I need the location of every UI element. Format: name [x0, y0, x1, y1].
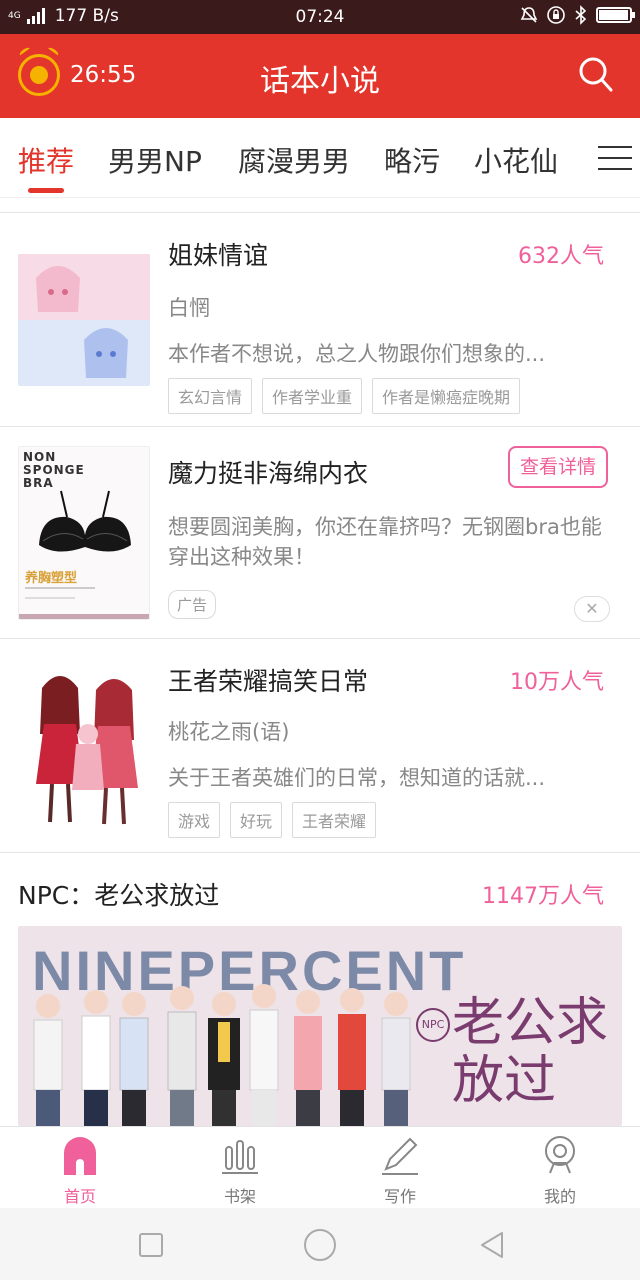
description: 关于王者英雄们的日常，想知道的话就... — [168, 766, 546, 790]
home-button-icon[interactable] — [303, 1228, 337, 1262]
bottom-nav: 首页 书架 写作 我的 — [0, 1126, 640, 1208]
category-tabs: 推荐 男男NP 腐漫男男 略污 小花仙 — [0, 118, 640, 198]
tag[interactable]: 玄幻言情 — [168, 378, 253, 414]
ad-close-button[interactable]: ✕ — [574, 596, 610, 622]
mute-icon — [520, 7, 538, 23]
tab-naughty[interactable]: 略污 — [384, 140, 440, 180]
tag[interactable]: 作者是懒癌症晚期 — [372, 378, 521, 414]
featured-title: NPC：老公求放过 — [18, 881, 220, 910]
author: 桃花之雨(语) — [168, 720, 290, 744]
ad-image: NON SPONGE BRA 养胸塑型 — [18, 446, 150, 620]
nav-write[interactable]: 写作 — [320, 1127, 480, 1209]
bookshelf-icon — [222, 1140, 258, 1174]
status-bar: 4G 177 B/s 07:24 — [0, 0, 640, 34]
nav-home[interactable]: 首页 — [0, 1127, 160, 1209]
tab-bl-np[interactable]: 男男NP — [108, 140, 202, 180]
ad-title: 魔力挺非海绵内衣 — [168, 459, 369, 488]
popularity: 632人气 — [518, 244, 604, 269]
lock-rotation-icon — [547, 6, 565, 24]
tab-indicator — [28, 188, 64, 193]
app-header: 26:55 话本小说 — [0, 34, 640, 118]
system-nav-bar — [0, 1208, 640, 1280]
tag[interactable]: 好玩 — [230, 802, 283, 838]
book-title: 姐妹情谊 — [168, 241, 269, 270]
home-icon — [64, 1137, 96, 1175]
tag-list: 玄幻言情 作者学业重 作者是懒癌症晚期 — [168, 378, 521, 414]
profile-icon — [545, 1136, 575, 1174]
author: 白惘 — [168, 296, 210, 320]
search-icon[interactable] — [578, 56, 614, 94]
featured-banner: NINEPERCENT NPC 老公求放过 — [18, 926, 622, 1126]
recent-apps-icon[interactable] — [138, 1232, 164, 1258]
back-icon[interactable] — [478, 1230, 506, 1260]
tag[interactable]: 作者学业重 — [262, 378, 363, 414]
app-title: 话本小说 — [260, 64, 380, 99]
banner-characters — [33, 984, 411, 1126]
popularity: 1147万人气 — [482, 884, 604, 909]
bra-image — [39, 490, 131, 552]
battery-icon — [596, 7, 635, 23]
tab-bl-comic[interactable]: 腐漫男男 — [238, 140, 350, 180]
tag[interactable]: 游戏 — [168, 802, 221, 838]
tab-recommend[interactable]: 推荐 — [18, 140, 74, 180]
ad-badge: 广告 — [168, 590, 217, 619]
tab-flower-fairy[interactable]: 小花仙 — [474, 140, 558, 180]
nav-bookshelf[interactable]: 书架 — [160, 1127, 320, 1209]
menu-icon[interactable] — [598, 146, 632, 172]
nav-profile[interactable]: 我的 — [480, 1127, 640, 1209]
description: 本作者不想说，总之人物跟你们想象的... — [168, 342, 546, 366]
book-cover — [18, 254, 150, 386]
ad-description: 想要圆润美胸，你还在靠挤吗？无钢圈bra也能穿出这种效果！ — [168, 515, 602, 569]
view-details-button[interactable]: 查看详情 — [508, 446, 608, 488]
pencil-icon — [382, 1137, 418, 1175]
popularity: 10万人气 — [510, 670, 604, 695]
status-right — [520, 5, 635, 25]
book-title: 王者荣耀搞笑日常 — [168, 667, 369, 696]
bluetooth-icon — [575, 5, 587, 25]
book-cover — [18, 664, 150, 830]
tag-list: 游戏 好玩 王者荣耀 — [168, 802, 377, 838]
tag[interactable]: 王者荣耀 — [292, 802, 377, 838]
